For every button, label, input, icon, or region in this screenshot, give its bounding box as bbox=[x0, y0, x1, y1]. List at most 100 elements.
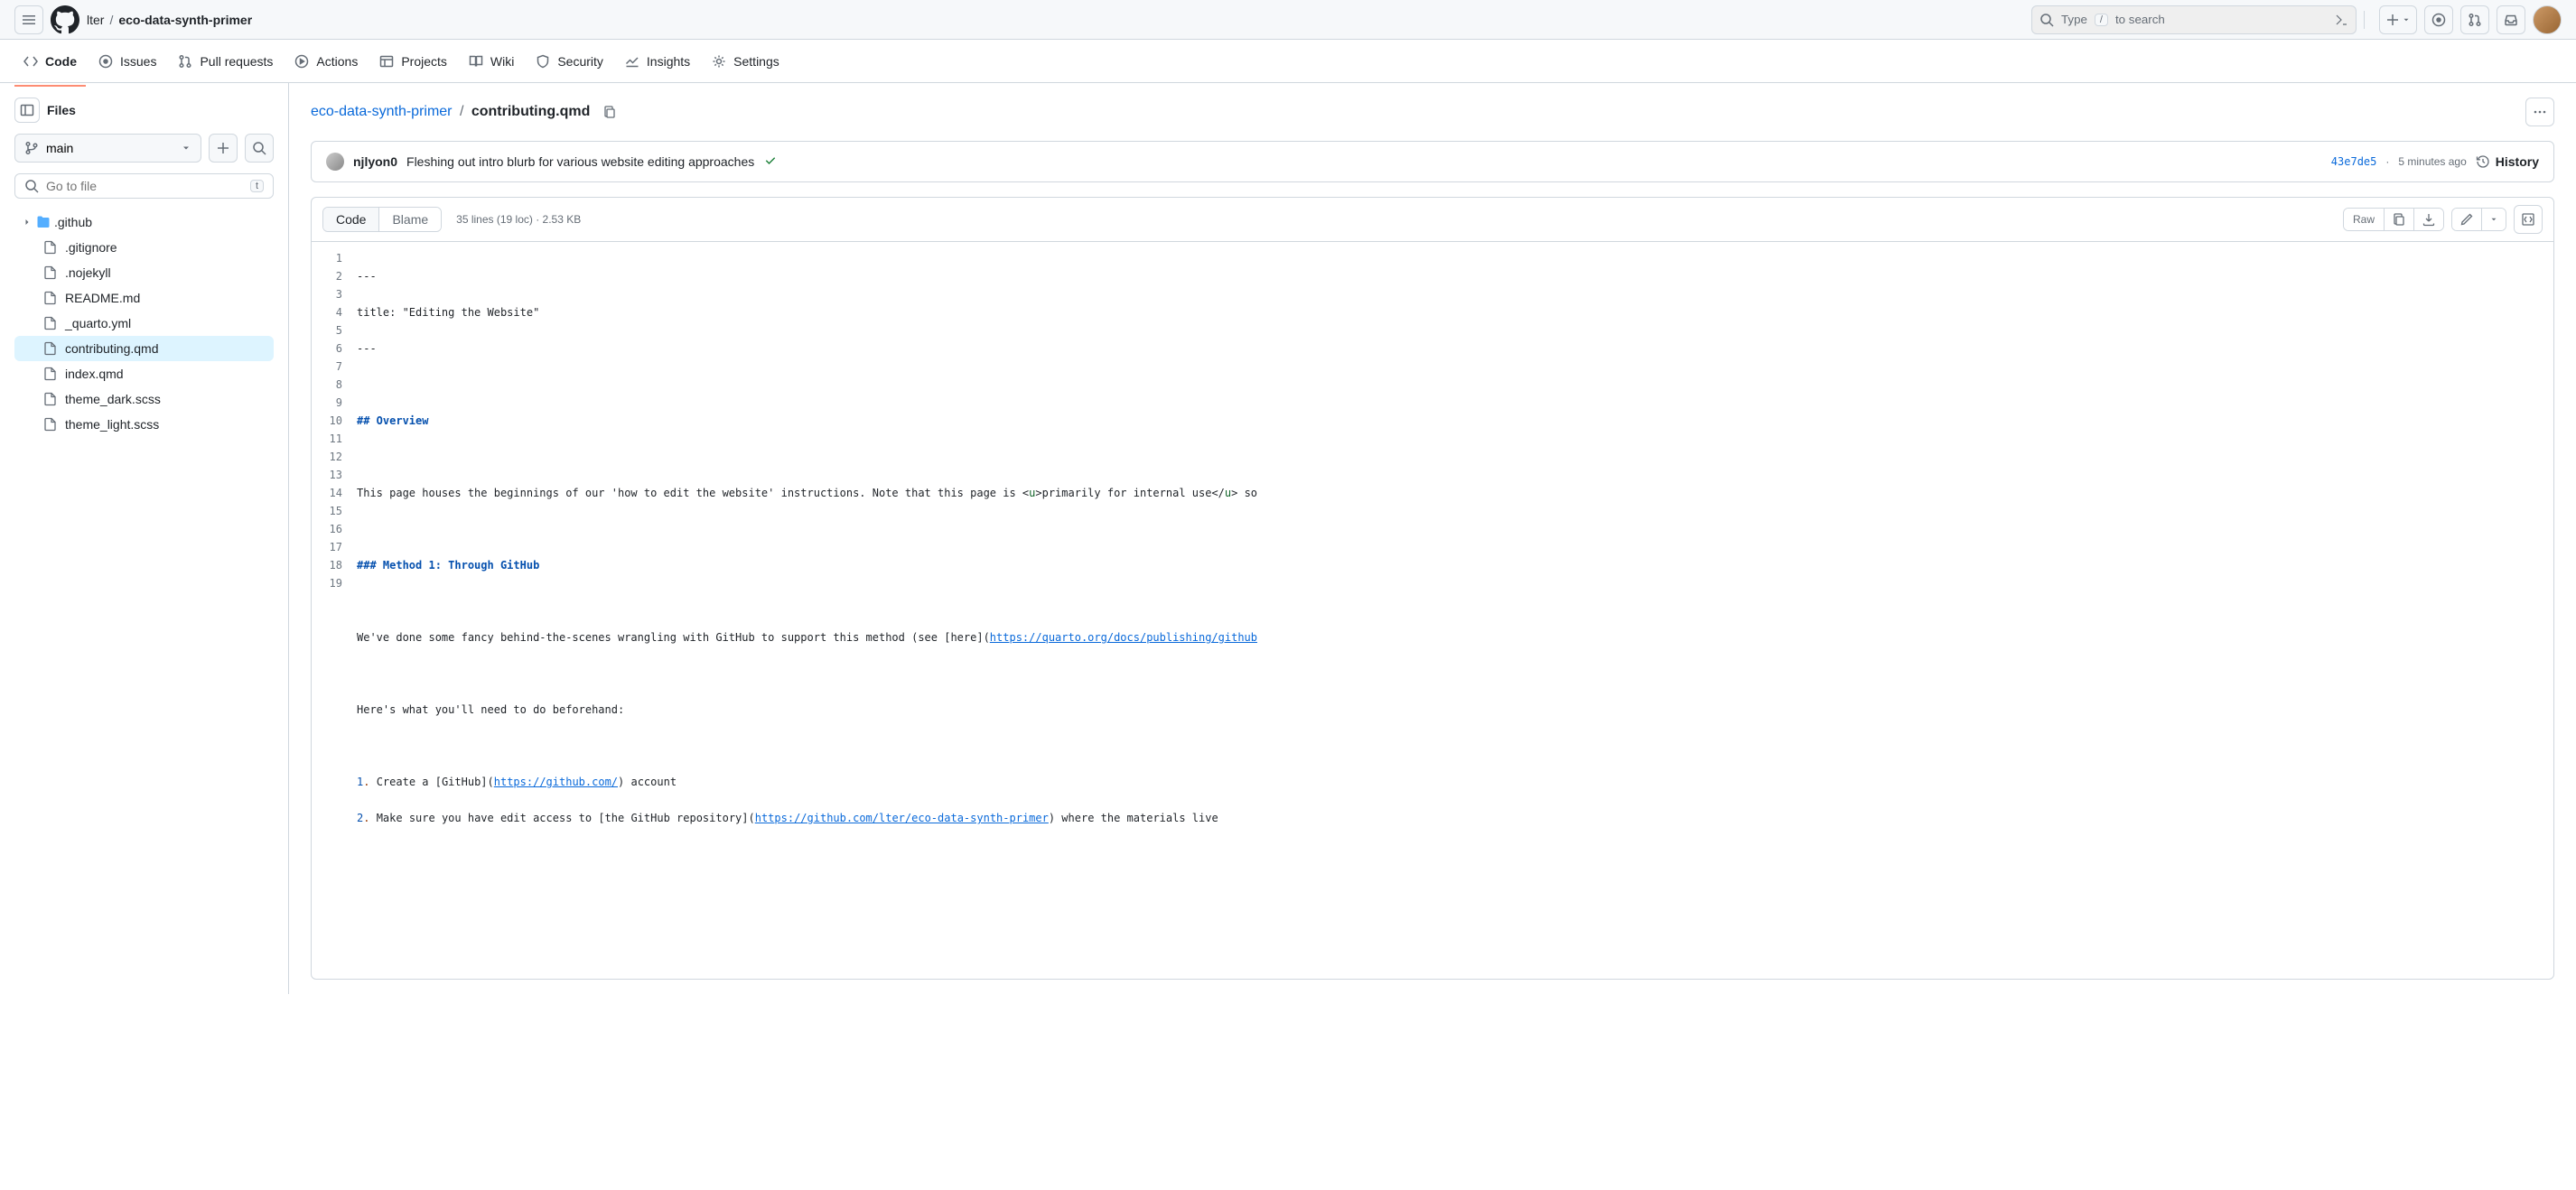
symbols-button[interactable] bbox=[2514, 205, 2543, 234]
check-icon[interactable] bbox=[763, 154, 778, 169]
plus-icon bbox=[216, 141, 230, 155]
file-tree: .github .gitignore .nojekyll README.md _ bbox=[14, 209, 274, 437]
breadcrumb-separator: / bbox=[456, 104, 467, 119]
commit-author-avatar[interactable] bbox=[326, 153, 344, 171]
tree-file-nojekyll[interactable]: .nojekyll bbox=[14, 260, 274, 285]
copy-raw-button[interactable] bbox=[2384, 209, 2413, 230]
tree-file-readme[interactable]: README.md bbox=[14, 285, 274, 311]
file-icon bbox=[43, 367, 58, 381]
nav-code-label: Code bbox=[45, 54, 77, 69]
nav-security[interactable]: Security bbox=[527, 47, 612, 76]
header-divider bbox=[2364, 11, 2365, 29]
tree-file-contributing[interactable]: contributing.qmd bbox=[14, 336, 274, 361]
copy-icon bbox=[2392, 212, 2406, 227]
shield-icon bbox=[536, 54, 550, 69]
tree-folder-github[interactable]: .github bbox=[14, 209, 274, 235]
symbols-icon bbox=[2521, 212, 2535, 227]
nav-wiki[interactable]: Wiki bbox=[460, 47, 523, 76]
pull-requests-button[interactable] bbox=[2460, 5, 2489, 34]
caret-down-icon bbox=[2402, 15, 2411, 24]
latest-commit-bar: njlyon0 Fleshing out intro blurb for var… bbox=[311, 141, 2554, 182]
code-icon bbox=[23, 54, 38, 69]
tree-file-label: theme_light.scss bbox=[65, 417, 159, 432]
collapse-sidebar-button[interactable] bbox=[14, 98, 40, 123]
issue-opened-icon bbox=[98, 54, 113, 69]
hamburger-icon bbox=[22, 13, 36, 27]
commit-author-link[interactable]: njlyon0 bbox=[353, 154, 397, 169]
search-label-prefix: Type bbox=[2061, 13, 2087, 26]
nav-code[interactable]: Code bbox=[14, 47, 86, 76]
user-avatar[interactable] bbox=[2533, 5, 2562, 34]
copy-path-button[interactable] bbox=[597, 99, 622, 125]
raw-button[interactable]: Raw bbox=[2344, 209, 2384, 230]
git-pull-request-icon bbox=[178, 54, 192, 69]
caret-down-icon bbox=[181, 143, 191, 153]
file-icon bbox=[43, 240, 58, 255]
tree-file-theme-light[interactable]: theme_light.scss bbox=[14, 412, 274, 437]
file-finder-input[interactable] bbox=[46, 179, 243, 193]
play-icon bbox=[294, 54, 309, 69]
nav-pulls[interactable]: Pull requests bbox=[169, 47, 282, 76]
code-content[interactable]: 12345678910111213141516171819 --- title:… bbox=[312, 242, 2553, 979]
file-info: 35 lines (19 loc) · 2.53 KB bbox=[456, 213, 581, 226]
edit-dropdown-button[interactable] bbox=[2481, 209, 2506, 230]
add-file-button[interactable] bbox=[209, 134, 238, 163]
command-palette-icon bbox=[2334, 13, 2348, 27]
history-label: History bbox=[2496, 154, 2539, 169]
nav-settings[interactable]: Settings bbox=[703, 47, 789, 76]
search-icon bbox=[2039, 13, 2054, 27]
git-branch-icon bbox=[24, 141, 39, 155]
breadcrumb-file: contributing.qmd bbox=[471, 104, 591, 119]
nav-insights[interactable]: Insights bbox=[616, 47, 699, 76]
issues-button[interactable] bbox=[2424, 5, 2453, 34]
search-files-button[interactable] bbox=[245, 134, 274, 163]
blame-tab-button[interactable]: Blame bbox=[378, 208, 441, 231]
tree-file-label: index.qmd bbox=[65, 367, 124, 381]
issue-opened-icon bbox=[2431, 13, 2446, 27]
github-logo[interactable] bbox=[51, 5, 79, 34]
file-finder[interactable]: t bbox=[14, 173, 274, 199]
nav-actions[interactable]: Actions bbox=[285, 47, 367, 76]
code-tab-button[interactable]: Code bbox=[323, 208, 378, 231]
tree-file-index[interactable]: index.qmd bbox=[14, 361, 274, 386]
owner-link[interactable]: lter bbox=[87, 13, 104, 27]
nav-projects[interactable]: Projects bbox=[370, 47, 456, 76]
file-icon bbox=[43, 341, 58, 356]
git-pull-request-icon bbox=[2468, 13, 2482, 27]
history-icon bbox=[2476, 154, 2490, 169]
file-icon bbox=[43, 316, 58, 330]
tree-file-quarto-yml[interactable]: _quarto.yml bbox=[14, 311, 274, 336]
sidebar-collapse-icon bbox=[20, 103, 34, 117]
edit-file-button[interactable] bbox=[2452, 209, 2481, 230]
commit-sha-link[interactable]: 43e7de5 bbox=[2331, 155, 2377, 168]
search-icon bbox=[24, 179, 39, 193]
nav-projects-label: Projects bbox=[401, 54, 447, 69]
line-numbers: 12345678910111213141516171819 bbox=[312, 242, 357, 979]
sidebar-title: Files bbox=[47, 103, 76, 117]
tree-file-label: theme_dark.scss bbox=[65, 392, 161, 406]
repo-breadcrumb: lter / eco-data-synth-primer bbox=[87, 13, 252, 27]
folder-icon bbox=[36, 215, 51, 229]
breadcrumb-repo-link[interactable]: eco-data-synth-primer bbox=[311, 104, 453, 119]
branch-select-button[interactable]: main bbox=[14, 134, 201, 163]
download-raw-button[interactable] bbox=[2413, 209, 2443, 230]
book-icon bbox=[469, 54, 483, 69]
tree-file-gitignore[interactable]: .gitignore bbox=[14, 235, 274, 260]
more-file-actions-button[interactable] bbox=[2525, 98, 2554, 126]
tree-folder-label: .github bbox=[54, 215, 92, 229]
history-link[interactable]: History bbox=[2476, 154, 2539, 169]
tree-file-theme-dark[interactable]: theme_dark.scss bbox=[14, 386, 274, 412]
hamburger-menu-button[interactable] bbox=[14, 5, 43, 34]
nav-issues[interactable]: Issues bbox=[89, 47, 165, 76]
search-icon bbox=[252, 141, 266, 155]
create-new-button[interactable] bbox=[2379, 5, 2417, 34]
commit-message[interactable]: Fleshing out intro blurb for various web… bbox=[406, 154, 754, 169]
plus-icon bbox=[2385, 13, 2400, 27]
inbox-icon bbox=[2504, 13, 2518, 27]
notifications-button[interactable] bbox=[2497, 5, 2525, 34]
tree-file-label: contributing.qmd bbox=[65, 341, 159, 356]
repo-link[interactable]: eco-data-synth-primer bbox=[118, 13, 252, 27]
commit-time: 5 minutes ago bbox=[2398, 155, 2466, 168]
global-search-button[interactable]: Type / to search bbox=[2031, 5, 2357, 34]
copy-icon bbox=[602, 105, 617, 119]
